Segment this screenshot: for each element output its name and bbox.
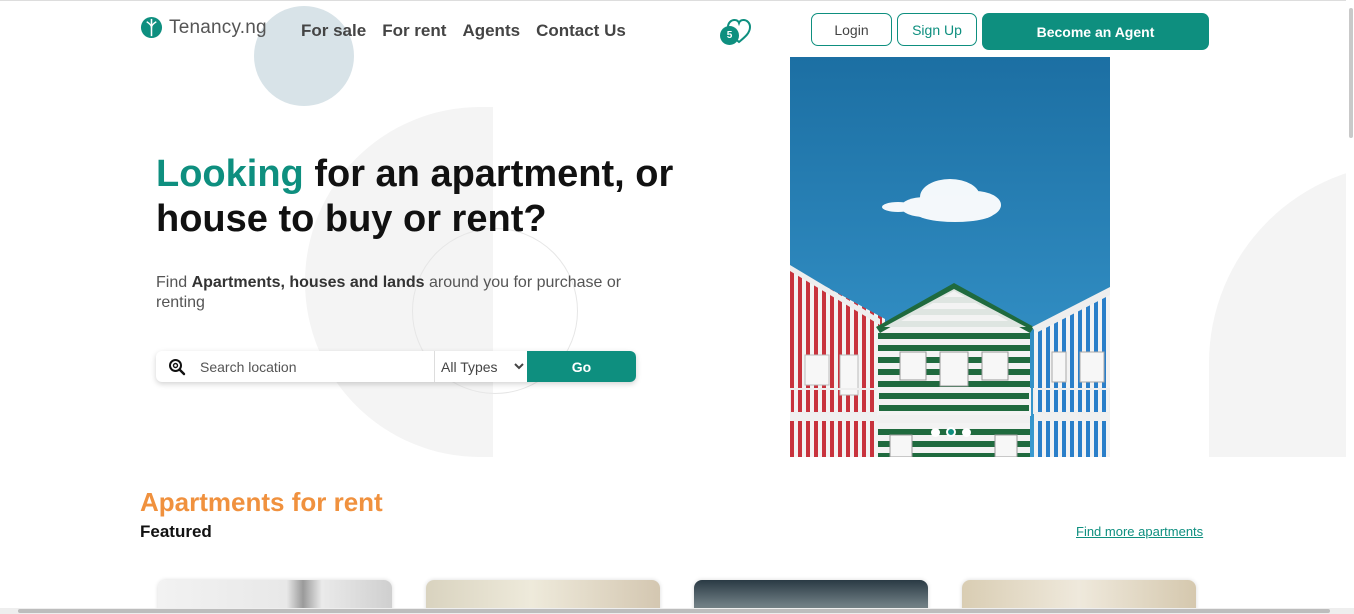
favorites-count-badge: 5 xyxy=(720,26,739,45)
horizontal-scrollbar-thumb[interactable] xyxy=(18,609,1330,613)
page: Tenancy.ng For sale For rent Agents Cont… xyxy=(0,0,1354,614)
become-agent-button[interactable]: Become an Agent xyxy=(982,13,1209,50)
nav-contact-us[interactable]: Contact Us xyxy=(536,21,626,41)
section-title: Apartments for rent xyxy=(140,487,383,517)
carousel-dot-1[interactable] xyxy=(931,427,940,437)
login-button[interactable]: Login xyxy=(811,13,892,46)
hero-title-accent: Looking xyxy=(156,153,304,195)
site-header: Tenancy.ng For sale For rent Agents Cont… xyxy=(0,0,1354,58)
hero-image xyxy=(790,57,1110,457)
striped-houses-image xyxy=(790,57,1110,457)
favorites-button[interactable]: 5 xyxy=(720,16,754,46)
main-nav: For sale For rent Agents Contact Us xyxy=(301,21,626,41)
search-icon xyxy=(156,351,198,382)
search-input[interactable] xyxy=(198,351,434,382)
search-bar: All Types Go xyxy=(156,351,636,382)
hero-subtitle-bold: Apartments, houses and lands xyxy=(191,274,425,291)
hero-subtitle: Find Apartments, houses and lands around… xyxy=(156,273,646,313)
carousel-dot-2[interactable] xyxy=(946,427,956,437)
find-more-apartments-link[interactable]: Find more apartments xyxy=(1076,524,1203,539)
hero-title: Looking for an apartment, or house to bu… xyxy=(156,152,676,242)
nav-for-rent[interactable]: For rent xyxy=(382,21,446,41)
signup-button[interactable]: Sign Up xyxy=(897,13,977,46)
hero-subtitle-prefix: Find xyxy=(156,274,192,291)
property-type-select[interactable]: All Types xyxy=(434,351,527,382)
logo[interactable]: Tenancy.ng xyxy=(140,16,267,39)
nav-for-sale[interactable]: For sale xyxy=(301,21,366,41)
carousel-dot-3[interactable] xyxy=(962,427,971,437)
section-subtitle: Featured xyxy=(140,522,212,541)
nav-agents[interactable]: Agents xyxy=(462,21,520,41)
decor-quarter-circle xyxy=(1209,163,1354,457)
carousel-indicators xyxy=(931,427,971,437)
logo-text: Tenancy.ng xyxy=(169,16,267,38)
go-button[interactable]: Go xyxy=(527,351,636,382)
vertical-scrollbar-thumb[interactable] xyxy=(1349,8,1353,138)
logo-icon xyxy=(140,16,163,39)
